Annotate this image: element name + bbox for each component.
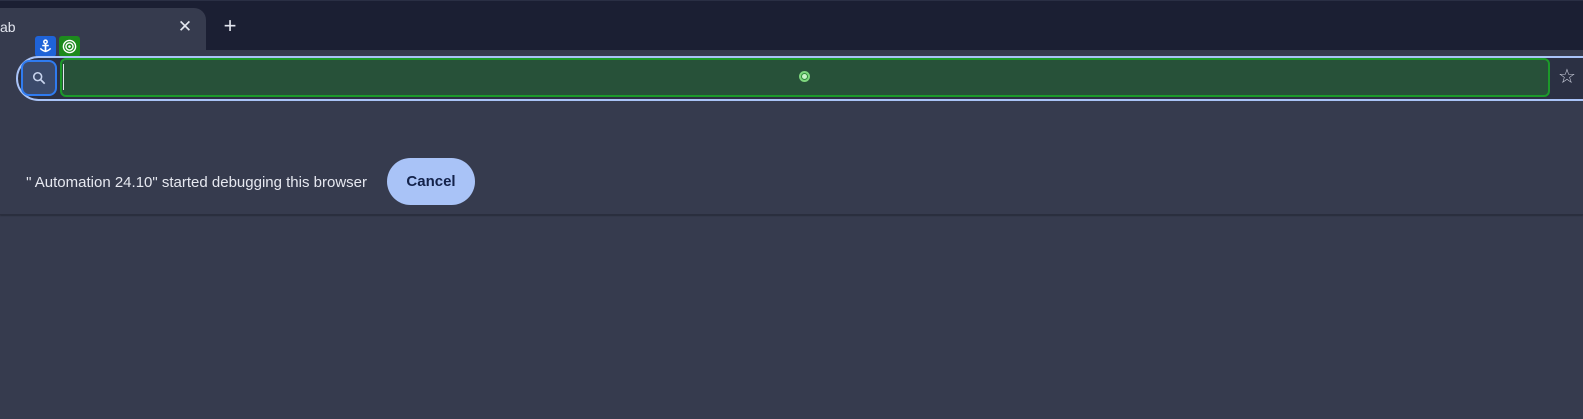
tab-title: ab xyxy=(0,19,16,35)
tab-new-tab[interactable]: ab ✕ xyxy=(0,8,206,52)
infobar-message: " Automation 24.10" started debugging th… xyxy=(26,174,367,191)
text-cursor xyxy=(63,64,64,90)
cancel-button[interactable]: Cancel xyxy=(387,158,475,205)
new-tab-button[interactable]: + xyxy=(218,14,242,38)
tab-close-icon[interactable]: ✕ xyxy=(175,16,195,36)
click-target-marker xyxy=(799,71,810,82)
anchor-icon xyxy=(35,36,56,57)
tab-strip: ab ✕ + xyxy=(0,0,1583,52)
bookmark-star-icon[interactable]: ☆ xyxy=(1558,66,1576,88)
target-icon xyxy=(59,36,80,57)
search-icon[interactable] xyxy=(21,60,57,96)
